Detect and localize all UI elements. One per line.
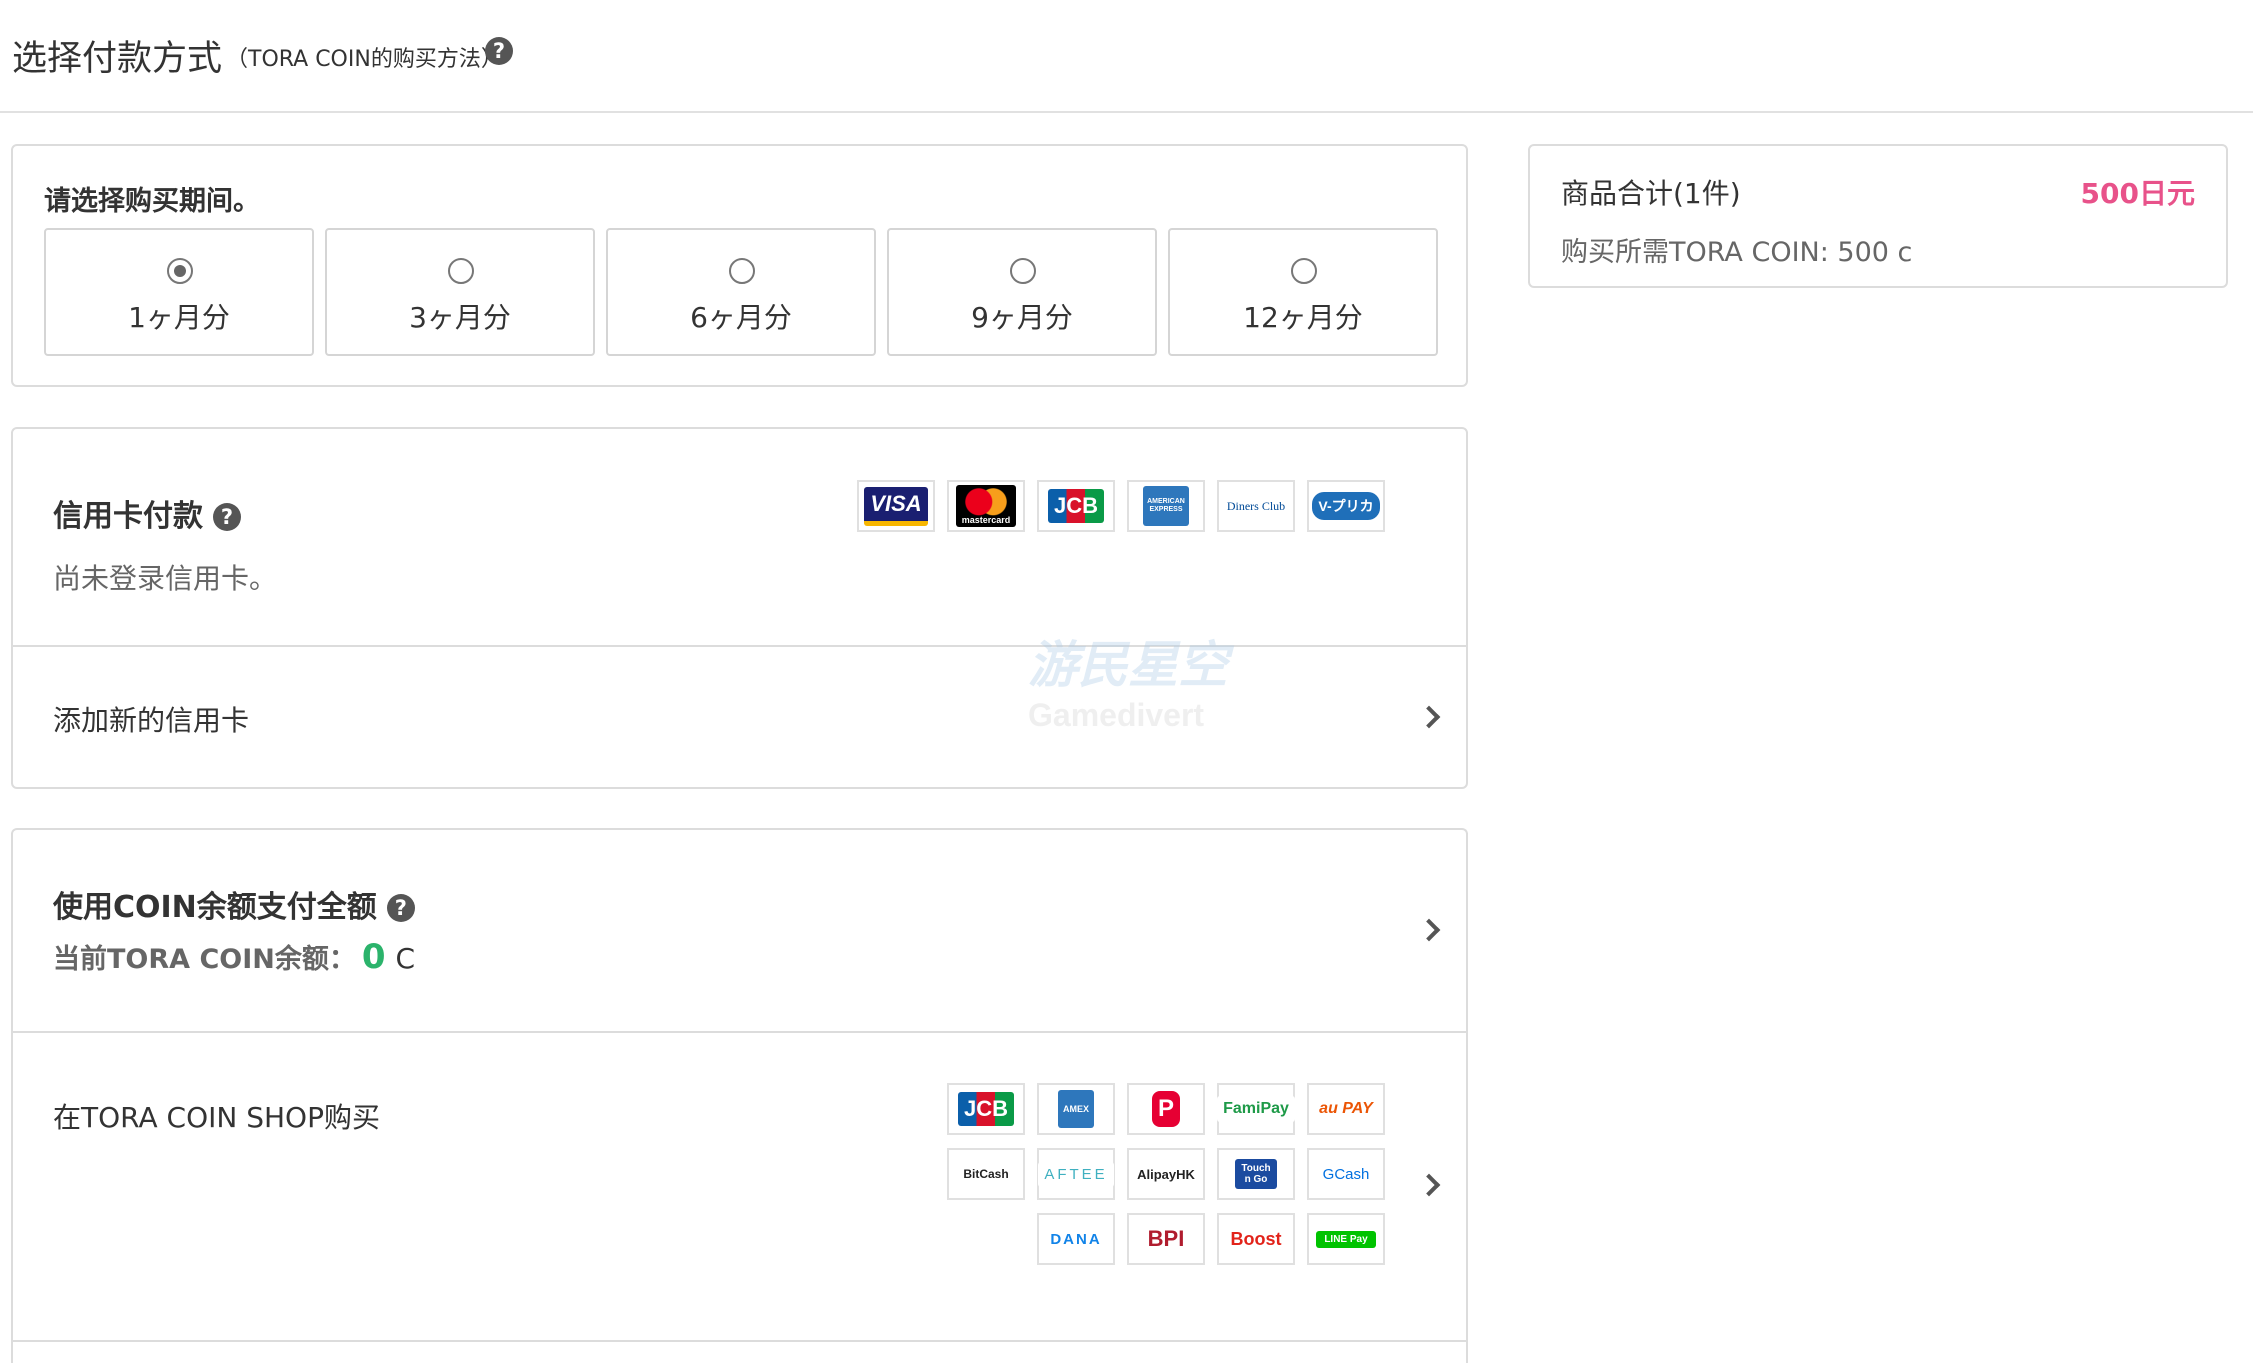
page-title: 选择付款方式	[12, 39, 223, 79]
help-icon[interactable]: ?	[213, 503, 241, 531]
period-option-1[interactable]: 1ヶ月分	[44, 228, 314, 356]
gcash-logo-icon: GCash	[1307, 1148, 1385, 1200]
summary-label: 商品合计(1件)	[1561, 177, 1741, 210]
coin-balance-row[interactable]: 使用COIN余额支付全额? 当前TORA COIN余额： 0 C	[13, 830, 1466, 1033]
period-option-6[interactable]: 6ヶ月分	[606, 228, 876, 356]
visa-logo-icon: VISA	[857, 480, 935, 532]
period-panel: 请选择购买期间。 1ヶ月分 3ヶ月分 6ヶ月分 9ヶ月分 12ヶ月分	[11, 144, 1468, 387]
coin-panel: 使用COIN余额支付全额? 当前TORA COIN余额： 0 C 在TORA COI…	[11, 828, 1468, 1363]
bitcash-logo-icon: BitCash	[947, 1148, 1025, 1200]
alipayhk-logo-icon: AlipayHK	[1127, 1148, 1205, 1200]
coin-shop-row[interactable]: 在TORA COIN SHOP购买 JCB AMEX P FamiPay au …	[13, 1033, 1466, 1339]
coin-shop-label: 在TORA COIN SHOP购买	[53, 1101, 380, 1134]
coin-balance: 当前TORA COIN余额： 0 C	[53, 937, 415, 977]
add-credit-card-row[interactable]: 添加新的信用卡	[13, 647, 1466, 787]
chevron-right-icon	[1417, 705, 1441, 729]
aftee-logo-icon: AFTEE	[1037, 1148, 1115, 1200]
page-subtitle: （TORA COIN的购买方法）	[226, 47, 503, 72]
dana-logo-icon: DANA	[1037, 1213, 1115, 1265]
diners-club-logo-icon: Diners Club	[1217, 480, 1295, 532]
radio-selected-icon[interactable]	[167, 258, 193, 284]
jcb-logo-icon: JCB	[1037, 480, 1115, 532]
amex-logo-icon: AMEX	[1037, 1083, 1115, 1135]
radio-icon[interactable]	[729, 258, 755, 284]
help-icon[interactable]: ?	[386, 894, 415, 922]
radio-icon[interactable]	[1291, 258, 1317, 284]
boost-logo-icon: Boost	[1217, 1213, 1295, 1265]
coin-balance-label: 当前TORA COIN余额：	[53, 944, 356, 975]
mastercard-logo-icon: mastercard	[947, 480, 1025, 532]
v-preca-logo-icon: V-プリカ	[1307, 480, 1385, 532]
chevron-right-icon	[1417, 1173, 1441, 1197]
period-title: 请选择购买期间。	[44, 186, 260, 217]
amex-logo-icon: AMERICAN EXPRESS	[1127, 480, 1205, 532]
au-pay-logo-icon: au PAY	[1307, 1083, 1385, 1135]
paypay-logo-icon: P	[1127, 1083, 1205, 1135]
period-label: 3ヶ月分	[409, 301, 511, 334]
period-option-3[interactable]: 3ヶ月分	[325, 228, 595, 356]
radio-icon[interactable]	[448, 258, 474, 284]
radio-icon[interactable]	[1010, 258, 1036, 284]
coin-balance-value: 0	[361, 937, 386, 977]
credit-card-title: 信用卡付款?	[53, 491, 241, 535]
page-header: 选择付款方式 （TORA COIN的购买方法） ?	[0, 0, 2253, 113]
period-label: 12ヶ月分	[1243, 301, 1363, 334]
divider	[13, 1340, 1466, 1342]
touch-n-go-logo-icon: Touch n Go	[1217, 1148, 1295, 1200]
order-summary-panel: 商品合计(1件) 500日元 购买所需TORA COIN: 500 c	[1528, 144, 2228, 288]
summary-price: 500日元	[2080, 177, 2195, 210]
line-pay-logo-icon: LINE Pay	[1307, 1213, 1385, 1265]
period-label: 6ヶ月分	[690, 301, 792, 334]
jcb-logo-icon: JCB	[947, 1083, 1025, 1135]
coin-title: 使用COIN余额支付全额?	[53, 882, 415, 926]
famipay-logo-icon: FamiPay	[1217, 1083, 1295, 1135]
credit-card-title-text: 信用卡付款	[53, 499, 203, 534]
credit-card-status: 尚未登录信用卡。	[53, 562, 278, 595]
bpi-logo-icon: BPI	[1127, 1213, 1205, 1265]
coin-title-text: 使用COIN余额支付全额	[53, 890, 377, 925]
period-label: 9ヶ月分	[971, 301, 1073, 334]
summary-coin-required: 购买所需TORA COIN: 500 c	[1561, 237, 1913, 268]
credit-card-section: 信用卡付款? 尚未登录信用卡。 VISA mastercard JCB AMER…	[13, 429, 1466, 647]
period-option-9[interactable]: 9ヶ月分	[887, 228, 1157, 356]
coin-balance-unit: C	[395, 942, 416, 975]
period-label: 1ヶ月分	[128, 301, 230, 334]
add-credit-card-label: 添加新的信用卡	[53, 704, 250, 737]
period-option-12[interactable]: 12ヶ月分	[1168, 228, 1438, 356]
chevron-right-icon	[1417, 918, 1441, 942]
help-icon[interactable]: ?	[485, 37, 513, 65]
credit-card-panel: 信用卡付款? 尚未登录信用卡。 VISA mastercard JCB AMER…	[11, 427, 1468, 789]
